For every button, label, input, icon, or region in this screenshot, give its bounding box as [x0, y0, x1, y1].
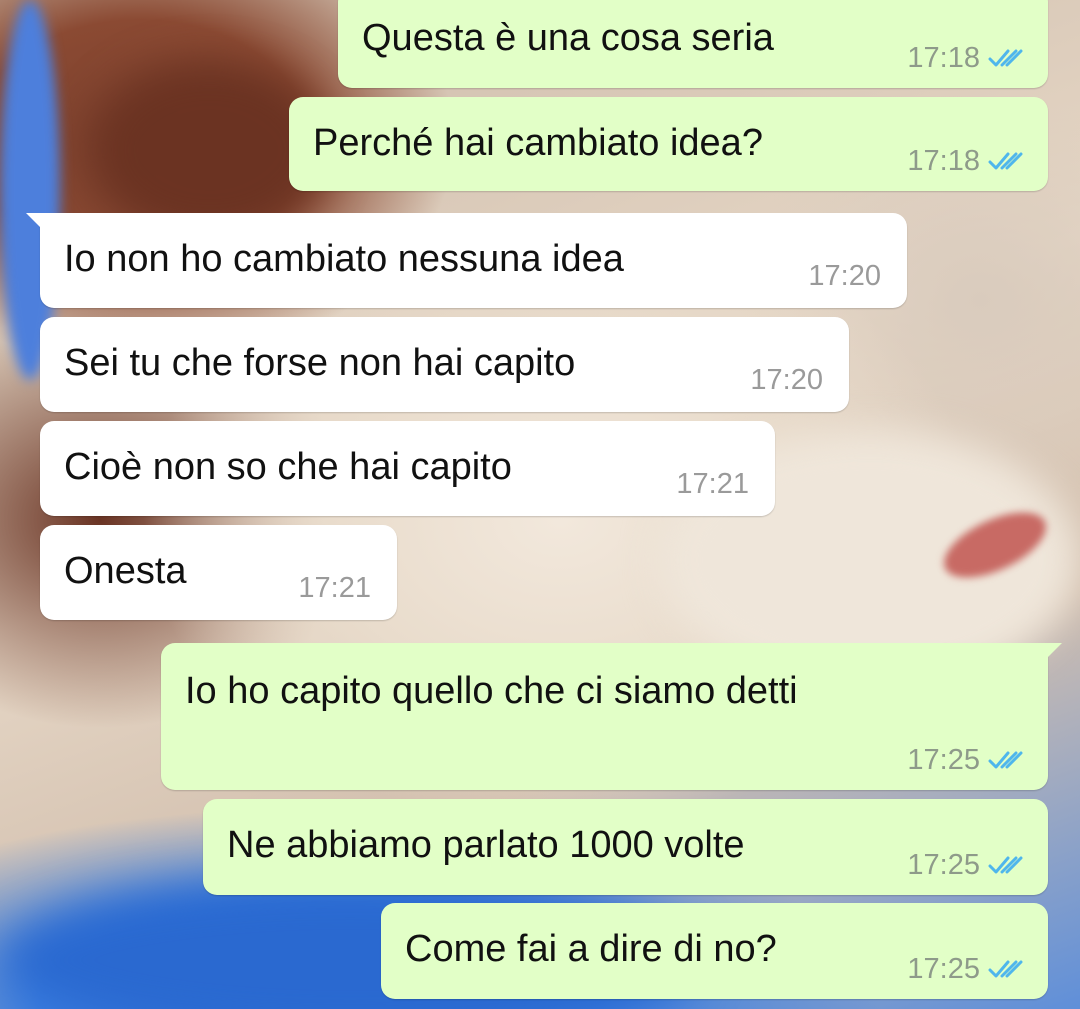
- message-meta: 17:21: [298, 572, 371, 604]
- double-check-icon: [988, 152, 1023, 170]
- incoming-message[interactable]: Io non ho cambiato nessuna idea 17:20: [26, 213, 907, 308]
- message-text: Sei tu che forse non hai capito: [64, 342, 576, 384]
- outgoing-message[interactable]: Come fai a dire di no? 17:25: [381, 903, 1048, 999]
- message-meta: 17:20: [750, 364, 823, 396]
- message-meta: 17:21: [676, 468, 749, 500]
- message-time: 17:20: [750, 364, 823, 396]
- message-meta: 17:25: [907, 744, 1024, 776]
- double-check-icon: [988, 960, 1023, 978]
- message-time: 17:20: [808, 260, 881, 292]
- message-text: Questa è una cosa seria: [362, 17, 774, 59]
- message-time: 17:25: [907, 744, 980, 776]
- message-meta: 17:18: [907, 145, 1024, 177]
- double-check-icon: [988, 751, 1023, 769]
- outgoing-message[interactable]: Io ho capito quello che ci siamo detti 1…: [161, 643, 1062, 790]
- double-check-icon: [988, 856, 1023, 874]
- message-text: Io ho capito quello che ci siamo detti: [185, 670, 798, 712]
- message-meta: 17:18: [907, 42, 1024, 74]
- double-check-icon: [988, 49, 1023, 67]
- message-meta: 17:20: [808, 260, 881, 292]
- message-text: Onesta: [64, 550, 187, 592]
- message-text: Perché hai cambiato idea?: [313, 122, 763, 164]
- outgoing-message[interactable]: Perché hai cambiato idea? 17:18: [289, 97, 1048, 191]
- message-time: 17:25: [907, 953, 980, 985]
- incoming-message[interactable]: Onesta 17:21: [40, 525, 397, 620]
- outgoing-message[interactable]: Questa è una cosa seria 17:18: [338, 0, 1048, 88]
- message-list[interactable]: Questa è una cosa seria 17:18 Perché hai…: [0, 0, 1080, 1009]
- incoming-message[interactable]: Sei tu che forse non hai capito 17:20: [40, 317, 849, 412]
- message-meta: 17:25: [907, 953, 1024, 985]
- message-time: 17:18: [907, 42, 980, 74]
- message-time: 17:21: [298, 572, 371, 604]
- message-time: 17:18: [907, 145, 980, 177]
- message-text: Come fai a dire di no?: [405, 928, 777, 970]
- message-text: Io non ho cambiato nessuna idea: [64, 238, 624, 280]
- incoming-message[interactable]: Cioè non so che hai capito 17:21: [40, 421, 775, 516]
- outgoing-message[interactable]: Ne abbiamo parlato 1000 volte 17:25: [203, 799, 1048, 895]
- message-time: 17:21: [676, 468, 749, 500]
- message-text: Cioè non so che hai capito: [64, 446, 512, 488]
- message-meta: 17:25: [907, 849, 1024, 881]
- message-time: 17:25: [907, 849, 980, 881]
- message-text: Ne abbiamo parlato 1000 volte: [227, 824, 745, 866]
